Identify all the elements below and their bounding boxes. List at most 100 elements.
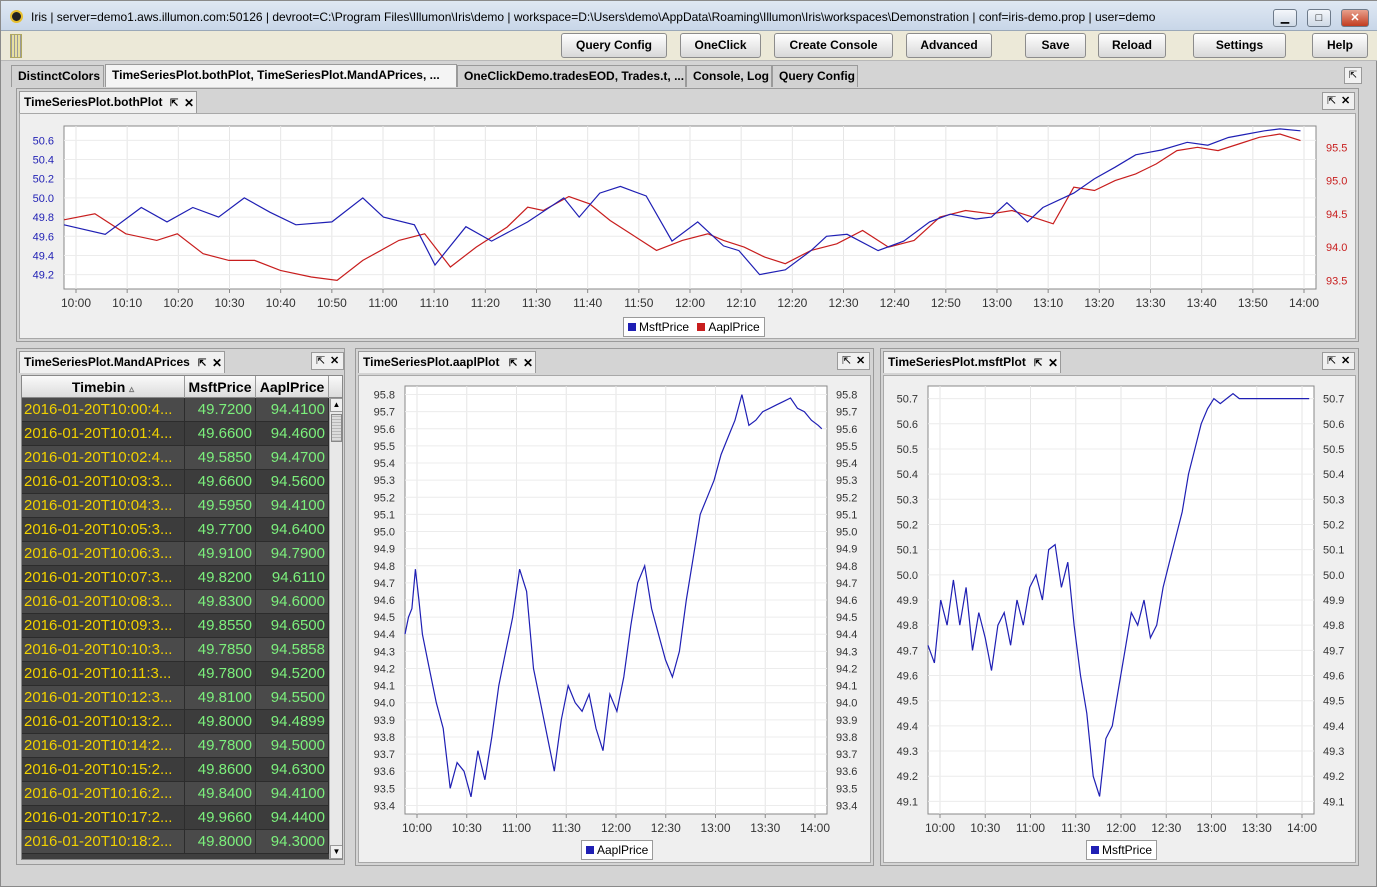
scroll-up-arrow-icon[interactable]: ▲ (330, 398, 342, 412)
table-scrollbar[interactable]: ▲ ▼ (329, 398, 342, 859)
cell-msftprice[interactable]: 49.7800 (185, 734, 256, 758)
cell-timebin[interactable]: 2016-01-20T10:11:3... (22, 662, 185, 686)
toolbar-grip[interactable] (10, 34, 22, 58)
cell-aaplprice[interactable]: 94.6300 (256, 758, 329, 782)
cell-timebin[interactable]: 2016-01-20T10:18:2... (22, 830, 185, 854)
tab-console-log[interactable]: Console, Log (686, 65, 772, 87)
table-row[interactable]: 2016-01-20T10:14:2... 49.7800 94.5000 (22, 734, 329, 758)
tab-query-config[interactable]: Query Config (772, 65, 858, 87)
table-row[interactable]: 2016-01-20T10:00:4... 49.7200 94.4100 (22, 398, 329, 422)
aapl-plot-tab[interactable]: TimeSeriesPlot.aaplPlot ⇱ ✕ (358, 351, 536, 373)
cell-aaplprice[interactable]: 94.6400 (256, 518, 329, 542)
cell-aaplprice[interactable]: 94.5500 (256, 686, 329, 710)
create-console-button[interactable]: Create Console (774, 33, 893, 58)
cell-aaplprice[interactable]: 94.4700 (256, 446, 329, 470)
table-row[interactable]: 2016-01-20T10:05:3... 49.7700 94.6400 (22, 518, 329, 542)
query-config-button[interactable]: Query Config (561, 33, 667, 58)
pin-icon[interactable]: ⇱ (509, 354, 517, 374)
cell-timebin[interactable]: 2016-01-20T10:16:2... (22, 782, 185, 806)
cell-timebin[interactable]: 2016-01-20T10:14:2... (22, 734, 185, 758)
cell-aaplprice[interactable]: 94.4400 (256, 806, 329, 830)
table-row[interactable]: 2016-01-20T10:13:2... 49.8000 94.4899 (22, 710, 329, 734)
table-row[interactable]: 2016-01-20T10:06:3... 49.9100 94.7900 (22, 542, 329, 566)
cell-aaplprice[interactable]: 94.4100 (256, 782, 329, 806)
msft-plot-tab[interactable]: TimeSeriesPlot.msftPlot ⇱ ✕ (883, 351, 1061, 373)
cell-timebin[interactable]: 2016-01-20T10:02:4... (22, 446, 185, 470)
cell-msftprice[interactable]: 49.7200 (185, 398, 256, 422)
cell-aaplprice[interactable]: 94.5858 (256, 638, 329, 662)
help-button[interactable]: Help (1312, 33, 1368, 58)
pin-icon[interactable]: ⇱ (198, 354, 206, 374)
cell-timebin[interactable]: 2016-01-20T10:07:3... (22, 566, 185, 590)
close-icon[interactable]: ✕ (330, 353, 339, 369)
cell-msftprice[interactable]: 49.5950 (185, 494, 256, 518)
close-icon[interactable]: ✕ (212, 353, 222, 373)
cell-timebin[interactable]: 2016-01-20T10:00:4... (22, 398, 185, 422)
close-icon[interactable]: ✕ (856, 353, 865, 369)
undock-icon[interactable]: ⇱ (1327, 353, 1336, 369)
cell-msftprice[interactable]: 49.8600 (185, 758, 256, 782)
cell-msftprice[interactable]: 49.8100 (185, 686, 256, 710)
minimize-button[interactable]: ▁ (1273, 9, 1297, 27)
table-row[interactable]: 2016-01-20T10:02:4... 49.5850 94.4700 (22, 446, 329, 470)
undock-icon[interactable]: ⇱ (842, 353, 851, 369)
cell-msftprice[interactable]: 49.6600 (185, 422, 256, 446)
cell-timebin[interactable]: 2016-01-20T10:03:3... (22, 470, 185, 494)
reload-button[interactable]: Reload (1098, 33, 1166, 58)
cell-msftprice[interactable]: 49.7800 (185, 662, 256, 686)
cell-timebin[interactable]: 2016-01-20T10:06:3... (22, 542, 185, 566)
save-button[interactable]: Save (1025, 33, 1086, 58)
cell-timebin[interactable]: 2016-01-20T10:10:3... (22, 638, 185, 662)
cell-timebin[interactable]: 2016-01-20T10:05:3... (22, 518, 185, 542)
cell-aaplprice[interactable]: 94.5600 (256, 470, 329, 494)
close-icon[interactable]: ✕ (523, 353, 533, 373)
table-row[interactable]: 2016-01-20T10:10:3... 49.7850 94.5858 (22, 638, 329, 662)
cell-timebin[interactable]: 2016-01-20T10:09:3... (22, 614, 185, 638)
table-row[interactable]: 2016-01-20T10:17:2... 49.9660 94.4400 (22, 806, 329, 830)
tab-oneclick-demo[interactable]: OneClickDemo.tradesEOD, Trades.t, ... (457, 65, 686, 87)
cell-aaplprice[interactable]: 94.4600 (256, 422, 329, 446)
table-row[interactable]: 2016-01-20T10:15:2... 49.8600 94.6300 (22, 758, 329, 782)
tab-distinct-colors[interactable]: DistinctColors (11, 65, 104, 87)
table-row[interactable]: 2016-01-20T10:04:3... 49.5950 94.4100 (22, 494, 329, 518)
close-icon[interactable]: ✕ (184, 93, 194, 113)
scroll-thumb[interactable] (331, 414, 342, 442)
cell-aaplprice[interactable]: 94.5000 (256, 734, 329, 758)
pin-icon[interactable]: ⇱ (170, 94, 178, 114)
advanced-button[interactable]: Advanced (906, 33, 992, 58)
cell-timebin[interactable]: 2016-01-20T10:12:3... (22, 686, 185, 710)
undock-icon[interactable]: ⇱ (316, 353, 325, 369)
cell-msftprice[interactable]: 49.8300 (185, 590, 256, 614)
cell-aaplprice[interactable]: 94.5200 (256, 662, 329, 686)
cell-timebin[interactable]: 2016-01-20T10:01:4... (22, 422, 185, 446)
column-header-aaplprice[interactable]: AaplPrice (256, 376, 329, 398)
table-row[interactable]: 2016-01-20T10:09:3... 49.8550 94.6500 (22, 614, 329, 638)
pin-icon[interactable]: ⇱ (1034, 354, 1042, 374)
table-row[interactable]: 2016-01-20T10:08:3... 49.8300 94.6000 (22, 590, 329, 614)
cell-msftprice[interactable]: 49.9660 (185, 806, 256, 830)
table-row[interactable]: 2016-01-20T10:16:2... 49.8400 94.4100 (22, 782, 329, 806)
close-window-button[interactable]: ✕ (1341, 9, 1369, 27)
undock-icon[interactable]: ⇱ (1344, 67, 1362, 84)
table-row[interactable]: 2016-01-20T10:12:3... 49.8100 94.5500 (22, 686, 329, 710)
cell-timebin[interactable]: 2016-01-20T10:13:2... (22, 710, 185, 734)
cell-msftprice[interactable]: 49.8000 (185, 830, 256, 854)
cell-aaplprice[interactable]: 94.6500 (256, 614, 329, 638)
cell-msftprice[interactable]: 49.7700 (185, 518, 256, 542)
cell-msftprice[interactable]: 49.8400 (185, 782, 256, 806)
close-icon[interactable]: ✕ (1341, 93, 1350, 109)
close-icon[interactable]: ✕ (1048, 353, 1058, 373)
cell-msftprice[interactable]: 49.6600 (185, 470, 256, 494)
settings-button[interactable]: Settings (1193, 33, 1286, 58)
table-row[interactable]: 2016-01-20T10:11:3... 49.7800 94.5200 (22, 662, 329, 686)
both-plot-tab[interactable]: TimeSeriesPlot.bothPlot ⇱ ✕ (19, 91, 197, 113)
cell-msftprice[interactable]: 49.7850 (185, 638, 256, 662)
cell-msftprice[interactable]: 49.5850 (185, 446, 256, 470)
column-header-msftprice[interactable]: MsftPrice (185, 376, 256, 398)
cell-aaplprice[interactable]: 94.4100 (256, 494, 329, 518)
cell-aaplprice[interactable]: 94.4100 (256, 398, 329, 422)
undock-icon[interactable]: ⇱ (1327, 93, 1336, 109)
maximize-button[interactable]: □ (1307, 9, 1331, 27)
scroll-down-arrow-icon[interactable]: ▼ (330, 845, 342, 859)
cell-aaplprice[interactable]: 94.6000 (256, 590, 329, 614)
